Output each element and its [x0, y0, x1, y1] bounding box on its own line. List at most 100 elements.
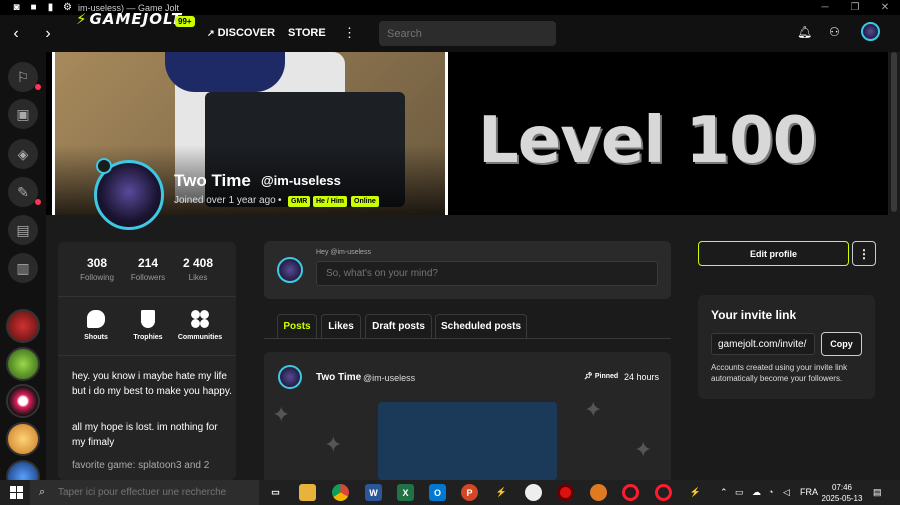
- scrollbar-thumb[interactable]: [891, 52, 897, 212]
- battery-icon[interactable]: ▭: [735, 487, 744, 498]
- minimize-button[interactable]: ─: [810, 0, 840, 15]
- left-sidebar: ⚐ ▣ ◈ ✎ ▤ ▥: [0, 52, 46, 494]
- stat-label: Following: [80, 273, 114, 282]
- search-icon: ⌕: [39, 486, 46, 498]
- communities-link[interactable]: Communities: [172, 310, 228, 341]
- gamejolt-logo[interactable]: ⚡ GAMEJOLT: [76, 10, 182, 28]
- search-input[interactable]: [379, 21, 556, 46]
- maximize-button[interactable]: ❐: [840, 0, 870, 15]
- post-time: 24 hours: [624, 372, 660, 382]
- profile-display-name: Two Time: [174, 171, 251, 190]
- tray-chevron-icon[interactable]: ⌃: [720, 487, 728, 498]
- window-icon[interactable]: ▮: [44, 2, 57, 13]
- star-icon: ✦: [584, 397, 603, 422]
- edit-profile-button[interactable]: Edit profile: [698, 241, 849, 266]
- trophies-link[interactable]: Trophies: [120, 310, 176, 341]
- stat-followers[interactable]: 214 Followers: [120, 256, 176, 282]
- community-avatar[interactable]: [6, 384, 40, 418]
- gamejolt-taskbar-icon[interactable]: ⚡: [687, 484, 704, 501]
- chrome-icon[interactable]: [332, 484, 349, 501]
- close-button[interactable]: ✕: [870, 0, 900, 15]
- notification-dot: [35, 84, 41, 90]
- community-avatar[interactable]: [6, 347, 40, 381]
- panel-divider: [58, 296, 236, 297]
- opera-icon[interactable]: [622, 484, 639, 501]
- stat-following[interactable]: 308 Following: [69, 256, 125, 282]
- notification-dot: [35, 199, 41, 205]
- forward-button[interactable]: ›: [32, 15, 64, 52]
- tab-underline: [264, 338, 671, 339]
- file-explorer-icon[interactable]: [299, 484, 316, 501]
- user-avatar-button[interactable]: [861, 22, 880, 41]
- camera-icon[interactable]: ◙: [10, 2, 23, 13]
- app-icon[interactable]: [590, 484, 607, 501]
- app-icon[interactable]: [557, 484, 574, 501]
- more-vertical-icon[interactable]: ⋮: [343, 25, 356, 41]
- clock-time: 07:46: [831, 483, 853, 492]
- opera-gx-icon[interactable]: [655, 484, 672, 501]
- post-media[interactable]: [378, 402, 557, 480]
- app-icon[interactable]: [525, 484, 542, 501]
- bell-icon[interactable]: 🔔︎: [797, 25, 812, 39]
- tab-draft-posts[interactable]: Draft posts: [365, 314, 432, 339]
- video-icon[interactable]: ■: [27, 2, 40, 13]
- backpack-icon[interactable]: ◈: [8, 139, 38, 169]
- shouts-link[interactable]: Shouts: [68, 310, 124, 341]
- avatar-frame-badge: [96, 158, 112, 174]
- gear-icon[interactable]: ⚙: [61, 2, 74, 13]
- post-author-handle[interactable]: @im-useless: [363, 373, 415, 383]
- powerpoint-icon[interactable]: P: [461, 484, 478, 501]
- character-hair: [165, 52, 285, 92]
- stat-likes[interactable]: 2 408 Likes: [170, 256, 226, 282]
- communities-label: Communities: [177, 334, 223, 341]
- wifi-icon[interactable]: ◔: [768, 487, 773, 497]
- invite-title: Your invite link: [711, 308, 797, 322]
- nav-store[interactable]: STORE: [288, 27, 326, 39]
- invite-link-field[interactable]: [711, 333, 815, 355]
- profile-info-panel: 308 Following 214 Followers 2 408 Likes …: [58, 242, 236, 480]
- stat-number: 214: [137, 256, 159, 270]
- windows-start-icon[interactable]: [10, 486, 23, 499]
- post-author-name[interactable]: Two Time: [316, 372, 361, 383]
- library-icon[interactable]: ▥: [8, 253, 38, 283]
- separator-dot: •: [278, 195, 282, 206]
- tab-scheduled-posts[interactable]: Scheduled posts: [435, 314, 527, 339]
- back-button[interactable]: ‹: [0, 15, 32, 52]
- post-author-avatar[interactable]: [278, 365, 302, 389]
- post-card[interactable]: ✦ ✦ ✦ ✦ Two Time @im-useless 📌︎ Pinned 2…: [264, 352, 671, 480]
- quests-icon[interactable]: ✎: [8, 177, 41, 207]
- logo-text: GAMEJOLT: [89, 10, 183, 28]
- onedrive-icon[interactable]: ☁: [752, 487, 761, 498]
- word-icon[interactable]: W: [365, 484, 382, 501]
- outlook-icon[interactable]: O: [429, 484, 446, 501]
- nav-discover-label: DISCOVER: [217, 27, 276, 39]
- community-avatar[interactable]: [6, 422, 40, 456]
- stat-label: Likes: [188, 273, 208, 282]
- nav-discover[interactable]: ↗ DISCOVER: [207, 27, 275, 39]
- activity-icon[interactable]: ⚐: [8, 62, 41, 92]
- more-options-button[interactable]: ⋮: [852, 241, 876, 266]
- tab-posts[interactable]: Posts: [277, 314, 317, 339]
- tab-likes[interactable]: Likes: [321, 314, 361, 339]
- chat-icon[interactable]: ▤: [8, 215, 38, 245]
- bolt-icon: ⚡: [76, 10, 88, 28]
- notification-center-icon[interactable]: ▤: [873, 487, 882, 498]
- copy-button[interactable]: Copy: [821, 332, 862, 356]
- tag-pronouns: He / Him: [313, 196, 348, 207]
- page-scrollbar[interactable]: [888, 52, 900, 480]
- store-icon[interactable]: ▣: [8, 99, 38, 129]
- excel-icon[interactable]: X: [397, 484, 414, 501]
- star-icon: ✦: [324, 432, 343, 457]
- stat-number: 2 408: [182, 256, 214, 270]
- composer-input[interactable]: [316, 261, 658, 286]
- language-indicator[interactable]: FRA: [800, 487, 818, 497]
- taskbar-clock[interactable]: 07:46 2025-05-13: [820, 482, 864, 504]
- tag-online: Online: [351, 196, 379, 207]
- friends-icon[interactable]: ⚇: [829, 25, 840, 39]
- task-view-icon[interactable]: ▭: [267, 484, 284, 501]
- taskbar-search-input[interactable]: [30, 480, 259, 505]
- gamejolt-taskbar-icon[interactable]: ⚡: [493, 484, 510, 501]
- composer-greeting: Hey @im-useless: [316, 249, 371, 256]
- volume-icon[interactable]: ◁: [783, 487, 790, 498]
- community-avatar[interactable]: [6, 309, 40, 343]
